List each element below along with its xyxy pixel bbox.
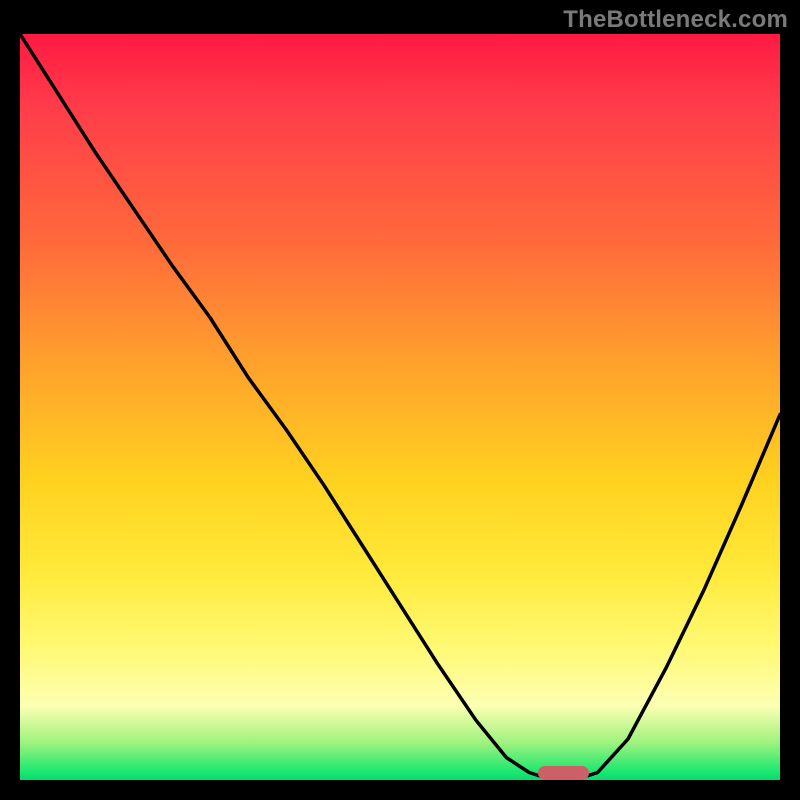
curve-svg [20,34,780,780]
optimum-marker [538,766,590,780]
chart-container: TheBottleneck.com [0,0,800,800]
plot-area [20,34,780,780]
watermark-text: TheBottleneck.com [563,6,788,34]
bottleneck-curve [20,34,780,780]
